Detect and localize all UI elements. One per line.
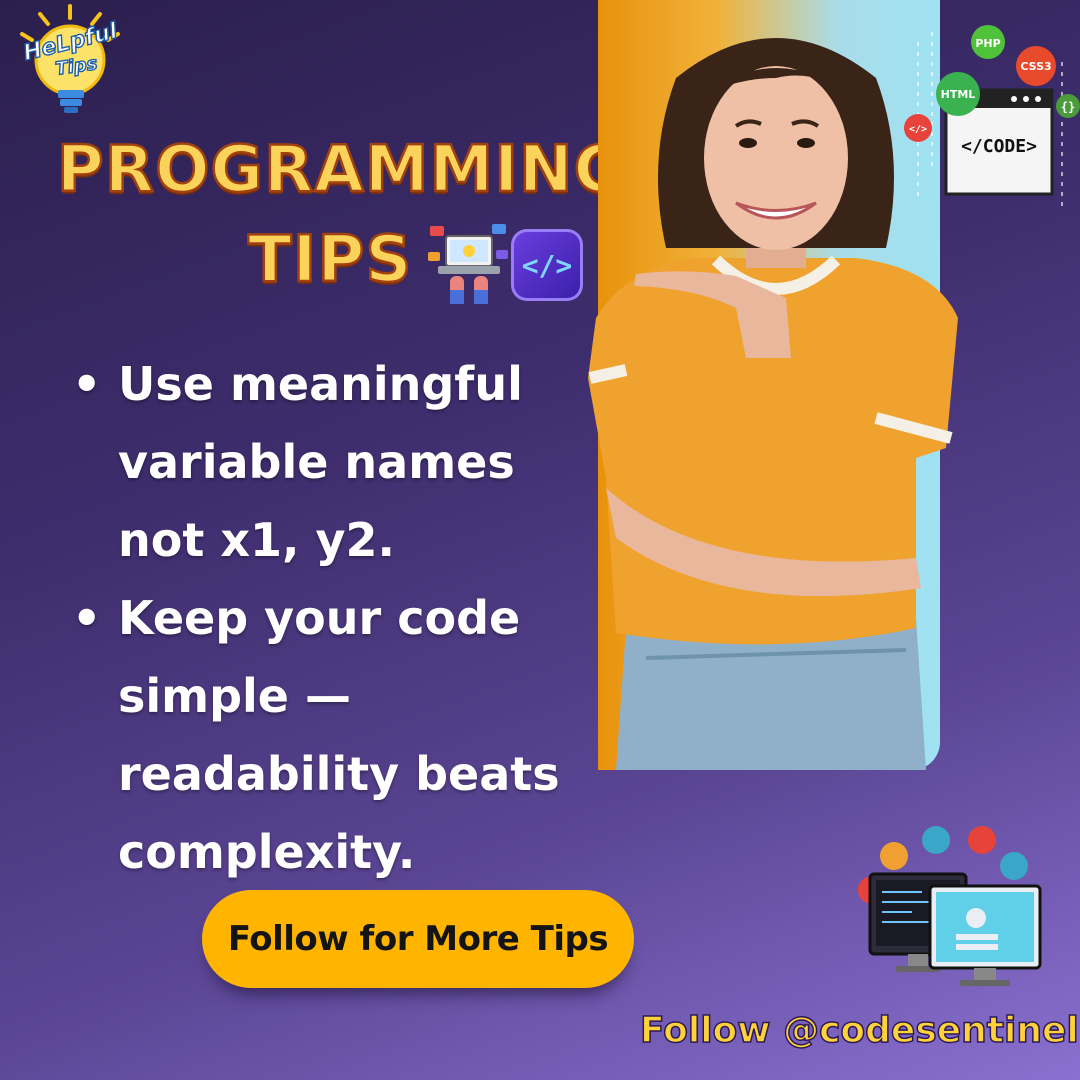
tip-item: • Keep your code simple — readability be… [70, 579, 590, 891]
helpful-tips-badge: HeLpful Tips [8, 4, 133, 119]
code-window-icon: </CODE> PHP CSS3 HTML {} </> [904, 25, 1080, 208]
tip-item: • Use meaningful variable names not x1, … [70, 345, 590, 579]
page-title-line1: PROGRAMMING [56, 133, 628, 207]
social-handle[interactable]: Follow @codesentinel [639, 1009, 1079, 1052]
html-label: HTML [941, 88, 976, 101]
css-label: CSS3 [1020, 60, 1051, 73]
code-tag-icon: </> [511, 229, 583, 301]
bullet: • [72, 357, 102, 411]
page-title-line2: TIPS [247, 223, 413, 297]
follow-button[interactable]: Follow for More Tips [202, 890, 634, 988]
tip-text: Use meaningful variable names not x1, y2… [118, 357, 523, 567]
computers-icon [858, 826, 1042, 986]
tip-text: Keep your code simple — readability beat… [118, 591, 560, 879]
tag-label: </> [909, 124, 927, 135]
tips-list: • Use meaningful variable names not x1, … [70, 345, 590, 891]
php-label: PHP [975, 37, 1000, 50]
code-label: </CODE> [961, 136, 1037, 157]
laptop-coder-icon [428, 224, 508, 304]
bullet: • [72, 591, 102, 645]
braces-label: {} [1061, 100, 1075, 114]
poster: HeLpful Tips PROGRAMMING TIPS </> • Use … [0, 0, 1080, 1080]
